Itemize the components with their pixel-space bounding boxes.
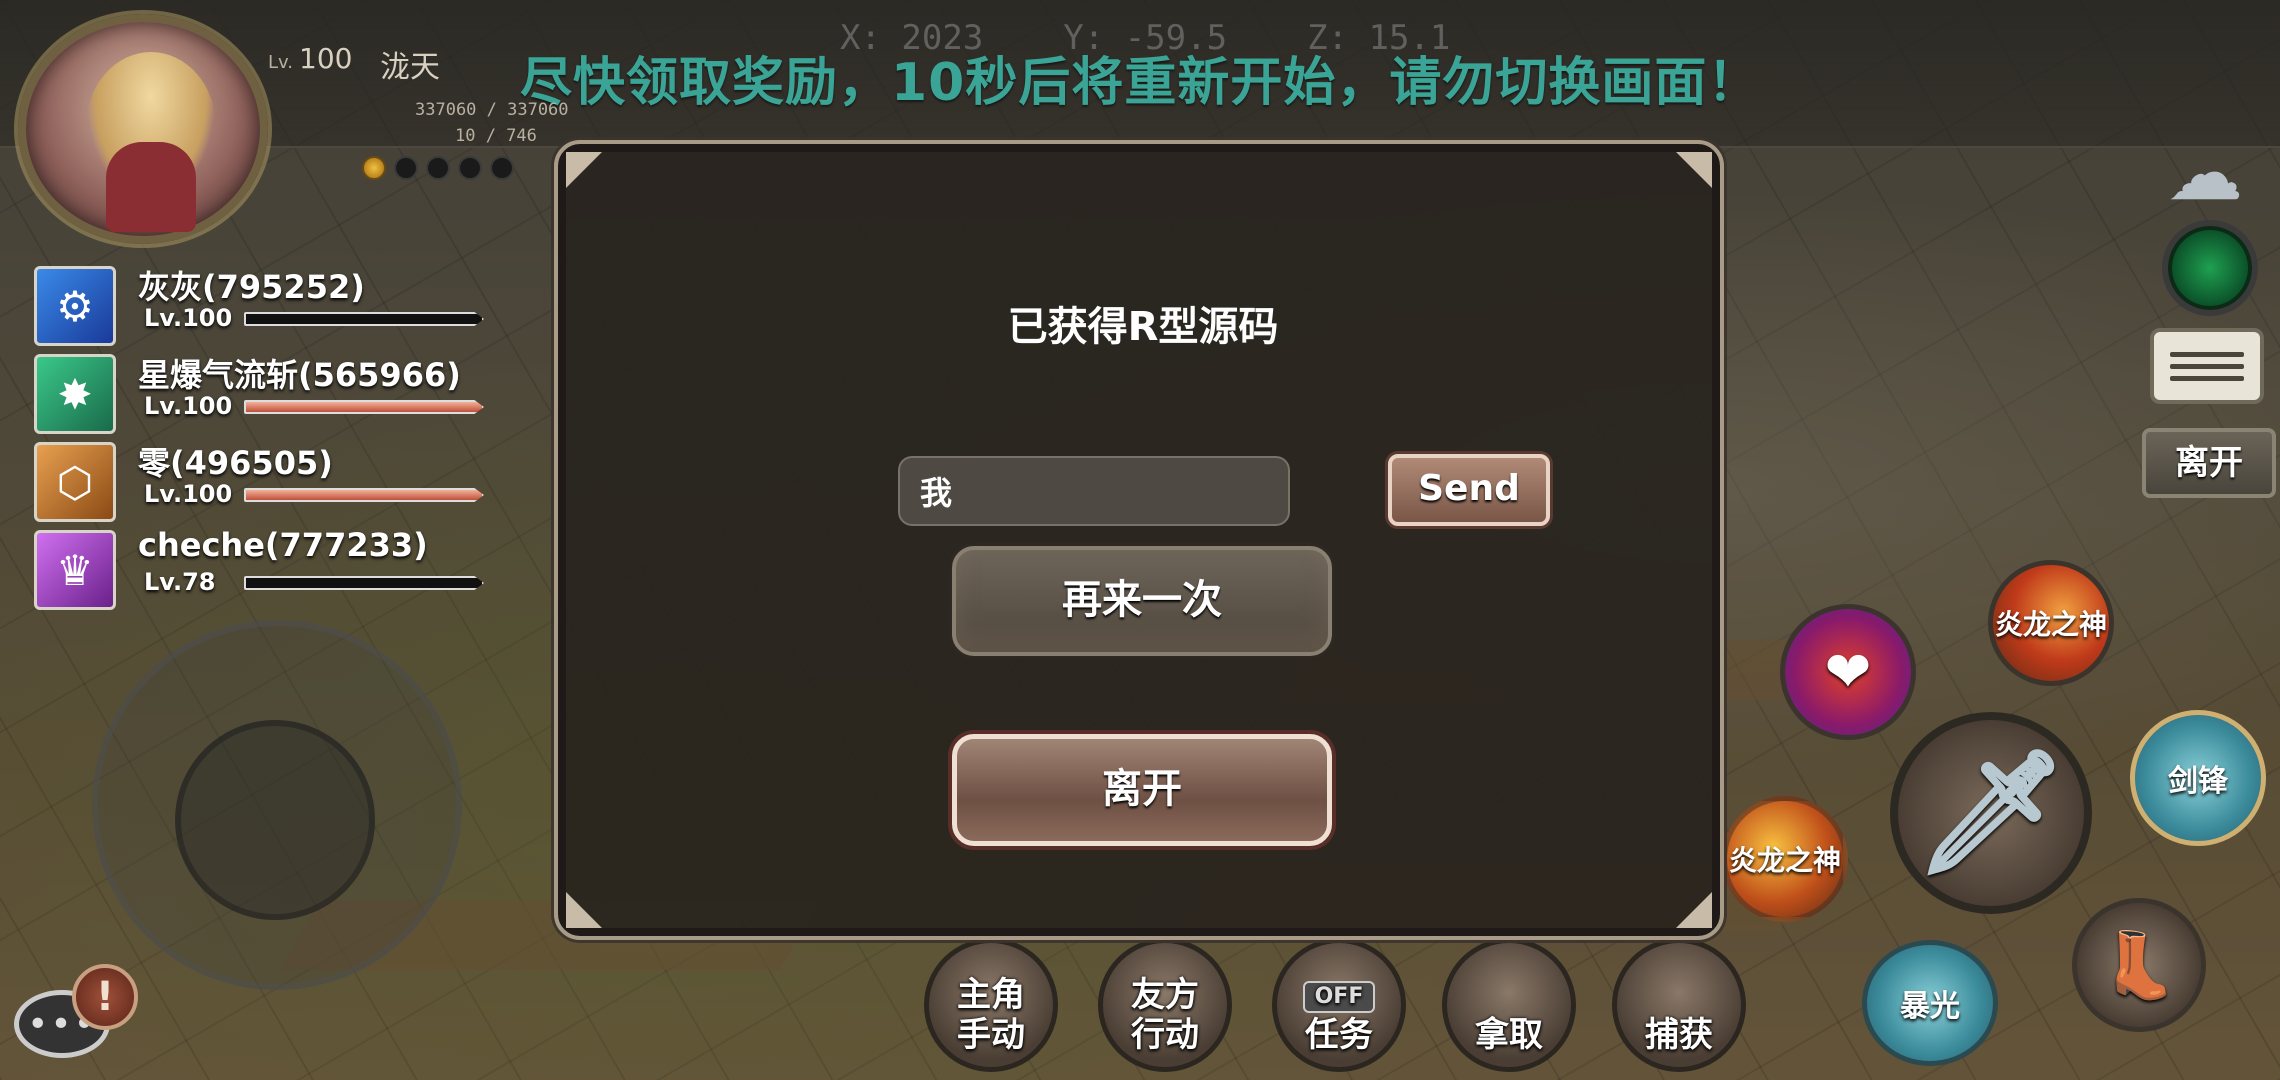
action-label-top: 主角	[957, 975, 1025, 1015]
action-label-bottom: 手动	[957, 1015, 1025, 1055]
starburst-icon: ✸	[34, 354, 116, 434]
energy-dot	[394, 156, 418, 180]
side-leave-button[interactable]: 离开	[2142, 428, 2276, 498]
crown-treasure-icon: ♛	[34, 530, 116, 610]
member-name: 星爆气流斩(565966)	[138, 356, 461, 394]
modal-corner-ornament	[566, 152, 602, 188]
player-level-prefix: Lv.	[268, 52, 294, 73]
dragon-god-skill-button[interactable]: 炎龙之神	[1988, 560, 2114, 686]
avatar-body	[106, 142, 196, 232]
hero-manual-button[interactable]: 主角 手动	[924, 938, 1058, 1072]
action-label-bottom: 拿取	[1475, 1015, 1543, 1055]
member-hp-bar	[244, 576, 484, 590]
player-hp-text: 337060 / 337060	[415, 100, 569, 120]
player-mp-text: 10 / 746	[455, 126, 537, 146]
restart-notice: 尽快领取奖励，10秒后将重新开始，请勿切换画面！	[520, 53, 1761, 113]
capture-button[interactable]: 捕获	[1612, 938, 1746, 1072]
modal-corner-ornament	[1676, 152, 1712, 188]
action-label-bottom: 行动	[1131, 1015, 1199, 1055]
send-button[interactable]: Send	[1388, 454, 1550, 526]
off-tag: OFF	[1302, 981, 1376, 1013]
heart-skill-icon[interactable]: ❤	[1780, 604, 1916, 740]
member-hp-fill	[246, 490, 482, 500]
member-hp-bar	[244, 312, 484, 326]
chat-input[interactable]	[894, 452, 1294, 530]
modal-title: 已获得R型源码	[1007, 304, 1279, 350]
energy-dot	[490, 156, 514, 180]
baoguang-skill-button[interactable]: 暴光	[1862, 940, 1998, 1066]
modal-corner-ornament	[566, 892, 602, 928]
player-level-value: 100	[299, 42, 353, 75]
member-level: Lv.100	[144, 392, 233, 420]
gear-clock-icon: ⚙	[34, 266, 116, 346]
joystick-thumb[interactable]	[175, 720, 375, 920]
jianfeng-skill-button[interactable]: 剑锋	[2130, 710, 2266, 846]
message-list-icon[interactable]	[2150, 328, 2264, 404]
member-hp-bar	[244, 488, 484, 502]
dragon-god-skill-button-secondary[interactable]: 炎龙之神	[1722, 796, 1848, 922]
action-label-top: 友方	[1131, 975, 1199, 1015]
energy-dot	[426, 156, 450, 180]
sword-attack-icon[interactable]: 🗡	[1890, 712, 2092, 914]
member-name: 灰灰(795252)	[138, 268, 365, 306]
modal-corner-ornament	[1676, 892, 1712, 928]
retry-button[interactable]: 再来一次	[952, 546, 1332, 656]
energy-dots	[362, 156, 514, 180]
action-label-bottom: 任务	[1305, 1015, 1373, 1055]
player-level: Lv. 100	[268, 42, 352, 75]
team-member[interactable]: ♛ cheche(777233) Lv.78	[20, 522, 484, 610]
member-level: Lv.100	[144, 304, 233, 332]
player-avatar[interactable]	[18, 14, 268, 244]
ally-action-button[interactable]: 友方 行动	[1098, 938, 1232, 1072]
team-member[interactable]: ⬡ 零(496505) Lv.100	[20, 434, 484, 522]
player-name: 泷天	[380, 50, 440, 85]
energy-dot	[458, 156, 482, 180]
team-list: ⚙ 灰灰(795252) Lv.100 ✸ 星爆气流斩(565966) Lv.1…	[20, 258, 484, 610]
reward-modal: 已获得R型源码 Send 再来一次 离开	[554, 140, 1724, 940]
leave-button[interactable]: 离开	[952, 734, 1332, 846]
hexagon-shield-icon: ⬡	[34, 442, 116, 522]
energy-dot	[362, 156, 386, 180]
weather-cloud-sun-icon: ☁	[2167, 128, 2243, 217]
member-hp-bar	[244, 400, 484, 414]
member-name: cheche(777233)	[138, 526, 428, 564]
alert-icon[interactable]: !	[72, 964, 138, 1030]
action-label-bottom: 捕获	[1645, 1015, 1713, 1055]
member-level: Lv.100	[144, 480, 233, 508]
member-hp-fill	[246, 402, 482, 412]
take-button[interactable]: 拿取	[1442, 938, 1576, 1072]
team-member[interactable]: ⚙ 灰灰(795252) Lv.100	[20, 258, 484, 346]
quest-toggle-button[interactable]: OFF 任务	[1272, 938, 1406, 1072]
dash-boot-icon[interactable]: 👢	[2072, 898, 2206, 1032]
radar-icon[interactable]	[2162, 220, 2258, 316]
member-name: 零(496505)	[138, 444, 333, 482]
member-level: Lv.78	[144, 568, 216, 596]
team-member[interactable]: ✸ 星爆气流斩(565966) Lv.100	[20, 346, 484, 434]
